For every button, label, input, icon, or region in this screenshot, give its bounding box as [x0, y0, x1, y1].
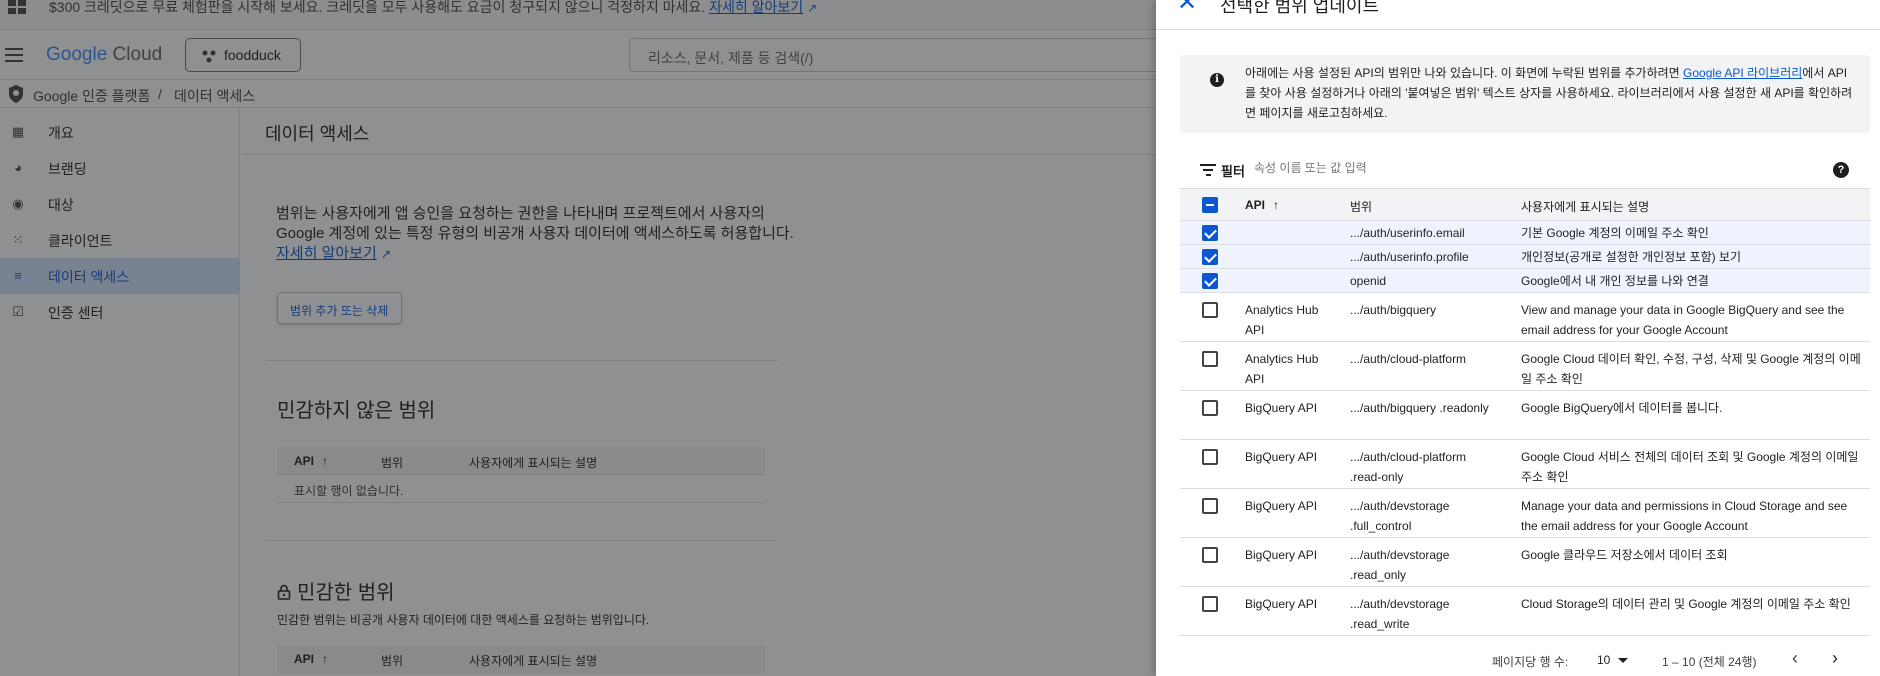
- column-scope: 범위: [1350, 200, 1373, 214]
- row-checkbox[interactable]: [1202, 547, 1218, 563]
- row-api: BigQuery API: [1245, 548, 1318, 562]
- row-checkbox[interactable]: [1202, 498, 1218, 514]
- row-description: Google BigQuery에서 데이터를 봅니다.: [1521, 401, 1723, 415]
- row-description: Google에서 내 개인 정보를 나와 연결: [1521, 274, 1709, 288]
- info-text-pre: 아래에는 사용 설정된 API의 범위만 나와 있습니다. 이 화면에 누락된 …: [1245, 66, 1684, 80]
- row-description: Google 클라우드 저장소에서 데이터 조회: [1521, 548, 1728, 562]
- row-checkbox[interactable]: [1202, 302, 1218, 318]
- table-row[interactable]: BigQuery API .../auth/bigquery .readonly G…: [1180, 391, 1870, 440]
- row-checkbox[interactable]: [1202, 449, 1218, 465]
- column-api[interactable]: API ↑: [1245, 198, 1279, 212]
- row-scope: .../auth/devstorage .read_only: [1350, 548, 1450, 582]
- help-icon[interactable]: ?: [1833, 162, 1849, 178]
- row-scope: .../auth/bigquery .readonly: [1350, 401, 1489, 415]
- update-scopes-panel: ✕ 선택한 범위 업데이트 i 아래에는 사용 설정된 API의 범위만 나와 …: [1156, 0, 1880, 676]
- info-text: 아래에는 사용 설정된 API의 범위만 나와 있습니다. 이 화면에 누락된 …: [1245, 63, 1855, 123]
- row-checkbox[interactable]: [1202, 351, 1218, 367]
- arrow-up-icon: ↑: [1273, 198, 1280, 212]
- panel-title: 선택한 범위 업데이트: [1220, 0, 1380, 16]
- chevron-left-icon[interactable]: ‹: [1792, 648, 1798, 669]
- close-icon[interactable]: ✕: [1177, 0, 1197, 15]
- table-row[interactable]: openid Google에서 내 개인 정보를 나와 연결: [1180, 269, 1870, 293]
- row-scope: .../auth/devstorage .read_write: [1350, 597, 1450, 631]
- select-all-checkbox[interactable]: [1202, 197, 1218, 213]
- column-description: 사용자에게 표시되는 설명: [1521, 200, 1650, 214]
- row-api: Analytics Hub API: [1245, 352, 1319, 386]
- row-description: Manage your data and permissions in Clou…: [1521, 499, 1848, 533]
- row-api: Analytics Hub API: [1245, 303, 1319, 337]
- panel-header: ✕ 선택한 범위 업데이트: [1156, 0, 1880, 30]
- row-description: Google Cloud 데이터 확인, 수정, 구성, 삭제 및 Google…: [1521, 352, 1861, 386]
- row-scope: .../auth/userinfo.email: [1350, 226, 1465, 240]
- filter-icon: [1200, 164, 1216, 176]
- row-scope: openid: [1350, 274, 1387, 288]
- row-scope: .../auth/userinfo.profile: [1350, 250, 1469, 264]
- row-description: 개인정보(공개로 설정한 개인정보 포함) 보기: [1521, 250, 1742, 264]
- modal-scrim[interactable]: [0, 0, 1156, 676]
- row-scope: .../auth/devstorage .full_control: [1350, 499, 1450, 533]
- row-description: View and manage your data in Google BigQ…: [1521, 303, 1845, 337]
- column-api-label: API: [1245, 198, 1266, 212]
- info-icon: i: [1210, 73, 1224, 87]
- row-scope: .../auth/bigquery: [1350, 303, 1437, 317]
- row-api: BigQuery API: [1245, 597, 1318, 611]
- row-api: BigQuery API: [1245, 401, 1318, 415]
- row-api: BigQuery API: [1245, 450, 1318, 464]
- info-banner: i 아래에는 사용 설정된 API의 범위만 나와 있습니다. 이 화면에 누락…: [1180, 55, 1870, 133]
- api-library-link[interactable]: Google API 라이브러리: [1683, 66, 1802, 80]
- pagination: 페이지당 행 수: 10 1 – 10 (전체 24행) ‹ ›: [1156, 646, 1880, 676]
- table-row[interactable]: .../auth/userinfo.profile 개인정보(공개로 설정한 개인…: [1180, 245, 1870, 269]
- table-row[interactable]: Analytics Hub API .../auth/bigquery View a…: [1180, 293, 1870, 342]
- table-row[interactable]: Analytics Hub API .../auth/cloud-platform…: [1180, 342, 1870, 391]
- row-checkbox[interactable]: [1202, 273, 1218, 289]
- table-row[interactable]: BigQuery API .../auth/devstorage .full_co…: [1180, 489, 1870, 538]
- row-description: Cloud Storage의 데이터 관리 및 Google 계정의 이메일 주…: [1521, 597, 1851, 611]
- row-api: BigQuery API: [1245, 499, 1318, 513]
- row-description: 기본 Google 계정의 이메일 주소 확인: [1521, 226, 1709, 240]
- row-checkbox[interactable]: [1202, 596, 1218, 612]
- table-row[interactable]: BigQuery API .../auth/devstorage .read_wr…: [1180, 587, 1870, 636]
- filter-input[interactable]: [1254, 161, 1814, 175]
- dropdown-caret-icon[interactable]: [1618, 658, 1628, 663]
- row-scope: .../auth/cloud-platform .read-only: [1350, 450, 1467, 484]
- scopes-table-header: API ↑ 범위 사용자에게 표시되는 설명: [1180, 189, 1870, 221]
- chevron-right-icon[interactable]: ›: [1832, 648, 1838, 669]
- table-row[interactable]: BigQuery API .../auth/devstorage .read_on…: [1180, 538, 1870, 587]
- page-range: 1 – 10 (전체 24행): [1662, 655, 1757, 669]
- filter-label: 필터: [1221, 164, 1245, 179]
- table-row[interactable]: BigQuery API .../auth/cloud-platform .rea…: [1180, 440, 1870, 489]
- row-scope: .../auth/cloud-platform: [1350, 352, 1467, 366]
- row-description: Google Cloud 서비스 전체의 데이터 조회 및 Google 계정의…: [1521, 450, 1859, 484]
- row-checkbox[interactable]: [1202, 400, 1218, 416]
- row-checkbox[interactable]: [1202, 249, 1218, 265]
- table-row[interactable]: .../auth/userinfo.email 기본 Google 계정의 이메일…: [1180, 221, 1870, 245]
- rows-per-page-select[interactable]: 10: [1597, 653, 1610, 667]
- row-checkbox[interactable]: [1202, 225, 1218, 241]
- rows-per-page-label: 페이지당 행 수:: [1492, 655, 1569, 669]
